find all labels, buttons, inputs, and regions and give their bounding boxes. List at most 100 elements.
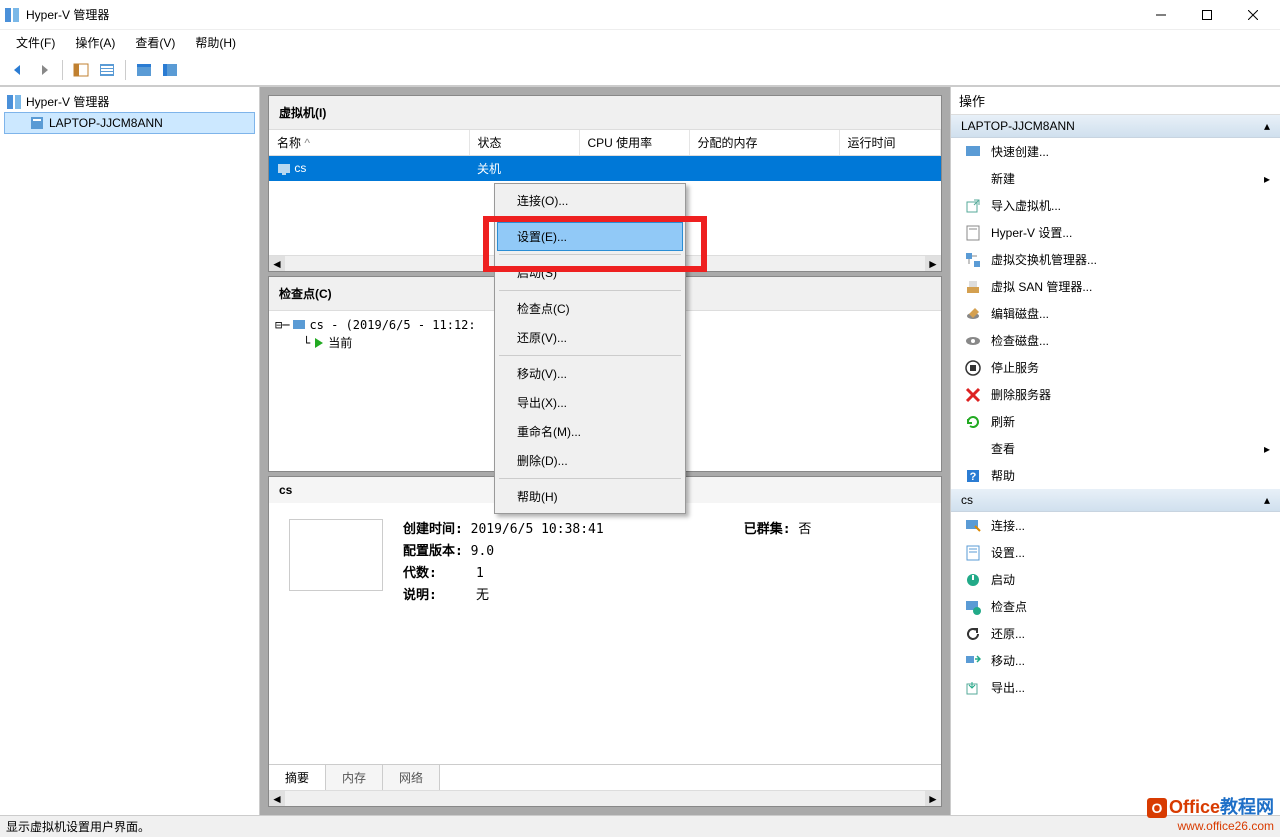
import-icon xyxy=(965,198,981,214)
action-revert[interactable]: 还原... xyxy=(951,620,1280,647)
vm-panel-title: 虚拟机(I) xyxy=(269,96,941,130)
server-icon xyxy=(29,115,45,131)
ctx-separator xyxy=(499,355,681,356)
show-hide-button[interactable] xyxy=(69,58,93,82)
action-new[interactable]: 新建▸ xyxy=(951,165,1280,192)
action-move[interactable]: 移动... xyxy=(951,647,1280,674)
ctx-checkpoint[interactable]: 检查点(C) xyxy=(497,294,683,323)
maximize-button[interactable] xyxy=(1184,1,1230,29)
edit-disk-icon xyxy=(965,306,981,322)
delete-icon xyxy=(965,387,981,403)
revert-icon xyxy=(965,626,981,642)
col-name[interactable]: 名称 ^ xyxy=(269,130,469,155)
ctx-delete[interactable]: 删除(D)... xyxy=(497,446,683,475)
action-switch-manager[interactable]: 虚拟交换机管理器... xyxy=(951,246,1280,273)
ctx-separator xyxy=(499,290,681,291)
col-uptime[interactable]: 运行时间 xyxy=(839,130,941,155)
tree-root-label: Hyper-V 管理器 xyxy=(26,93,109,110)
action-hyperv-settings[interactable]: Hyper-V 设置... xyxy=(951,219,1280,246)
move-icon xyxy=(965,653,981,669)
action-refresh[interactable]: 刷新 xyxy=(951,408,1280,435)
ctx-revert[interactable]: 还原(V)... xyxy=(497,323,683,352)
action-checkpoint[interactable]: 检查点 xyxy=(951,593,1280,620)
action-inspect-disk[interactable]: 检查磁盘... xyxy=(951,327,1280,354)
menu-file[interactable]: 文件(F) xyxy=(6,32,65,53)
app-icon xyxy=(4,7,20,23)
action-settings[interactable]: 设置... xyxy=(951,539,1280,566)
details-panel: cs 创建时间: 2019/6/5 10:38:41已群集: 否 配置版本: 9… xyxy=(268,476,942,807)
ctx-help[interactable]: 帮助(H) xyxy=(497,482,683,511)
titlebar: Hyper-V 管理器 xyxy=(0,0,1280,30)
checkpoint-icon xyxy=(292,318,306,332)
export-icon xyxy=(965,680,981,696)
properties-button[interactable] xyxy=(95,58,119,82)
action-san-manager[interactable]: 虚拟 SAN 管理器... xyxy=(951,273,1280,300)
collapse-icon: ▴ xyxy=(1264,493,1270,507)
ctx-move[interactable]: 移动(V)... xyxy=(497,359,683,388)
action-connect[interactable]: 连接... xyxy=(951,512,1280,539)
close-button[interactable] xyxy=(1230,1,1276,29)
action-remove-server[interactable]: 删除服务器 xyxy=(951,381,1280,408)
details-info: 创建时间: 2019/6/5 10:38:41已群集: 否 配置版本: 9.0 … xyxy=(403,519,811,748)
panel2-button[interactable] xyxy=(158,58,182,82)
actions-title: 操作 xyxy=(951,87,1280,115)
ctx-settings[interactable]: 设置(E)... xyxy=(497,222,683,251)
action-section-vm[interactable]: cs▴ xyxy=(951,489,1280,512)
watermark: OOffice教程网 www.office26.com xyxy=(1147,793,1274,833)
col-cpu[interactable]: CPU 使用率 xyxy=(579,130,689,155)
settings-icon xyxy=(965,545,981,561)
context-menu: 连接(O)... 设置(E)... 启动(S) 检查点(C) 还原(V)... … xyxy=(494,183,686,514)
action-view[interactable]: 查看▸ xyxy=(951,435,1280,462)
action-stop-service[interactable]: 停止服务 xyxy=(951,354,1280,381)
ctx-separator xyxy=(499,218,681,219)
settings-icon xyxy=(965,225,981,241)
collapse-icon: ▴ xyxy=(1264,119,1270,133)
ctx-start[interactable]: 启动(S) xyxy=(497,258,683,287)
back-button[interactable] xyxy=(6,58,30,82)
tree-root[interactable]: Hyper-V 管理器 xyxy=(4,91,255,112)
tab-network[interactable]: 网络 xyxy=(383,765,440,790)
statusbar: 显示虚拟机设置用户界面。 xyxy=(0,815,1280,837)
vm-row[interactable]: cs 关机 xyxy=(269,156,941,181)
action-start[interactable]: 启动 xyxy=(951,566,1280,593)
san-icon xyxy=(965,279,981,295)
vm-table: 名称 ^ 状态 CPU 使用率 分配的内存 运行时间 xyxy=(269,130,941,155)
menu-help[interactable]: 帮助(H) xyxy=(185,32,246,53)
arrow-right-icon: ▸ xyxy=(1264,442,1270,456)
minimize-button[interactable] xyxy=(1138,1,1184,29)
menubar: 文件(F) 操作(A) 查看(V) 帮助(H) xyxy=(0,30,1280,54)
menu-action[interactable]: 操作(A) xyxy=(65,32,125,53)
col-status[interactable]: 状态 xyxy=(469,130,579,155)
details-tabs: 摘要 内存 网络 xyxy=(269,764,941,790)
power-icon xyxy=(965,572,981,588)
tab-summary[interactable]: 摘要 xyxy=(269,765,326,790)
action-edit-disk[interactable]: 编辑磁盘... xyxy=(951,300,1280,327)
checkpoint-icon xyxy=(965,599,981,615)
tree-host[interactable]: LAPTOP-JJCM8ANN xyxy=(4,112,255,134)
action-help[interactable]: ?帮助 xyxy=(951,462,1280,489)
action-section-host[interactable]: LAPTOP-JJCM8ANN▴ xyxy=(951,115,1280,138)
inspect-disk-icon xyxy=(965,333,981,349)
vm-status: 关机 xyxy=(469,156,579,181)
action-quick-create[interactable]: 快速创建... xyxy=(951,138,1280,165)
col-memory[interactable]: 分配的内存 xyxy=(689,130,839,155)
menu-view[interactable]: 查看(V) xyxy=(125,32,185,53)
ctx-separator xyxy=(499,254,681,255)
ctx-rename[interactable]: 重命名(M)... xyxy=(497,417,683,446)
vm-thumbnail xyxy=(289,519,383,591)
refresh-icon xyxy=(965,414,981,430)
action-import-vm[interactable]: 导入虚拟机... xyxy=(951,192,1280,219)
forward-button[interactable] xyxy=(32,58,56,82)
actions-panel: 操作 LAPTOP-JJCM8ANN▴ 快速创建... 新建▸ 导入虚拟机...… xyxy=(950,87,1280,815)
details-hscrollbar[interactable]: ◄► xyxy=(269,790,941,806)
panel1-button[interactable] xyxy=(132,58,156,82)
play-icon xyxy=(313,337,325,349)
svg-text:?: ? xyxy=(970,471,977,483)
toolbar xyxy=(0,54,1280,86)
ctx-connect[interactable]: 连接(O)... xyxy=(497,186,683,215)
connect-icon xyxy=(965,518,981,534)
arrow-right-icon: ▸ xyxy=(1264,172,1270,186)
tab-memory[interactable]: 内存 xyxy=(326,765,383,790)
action-export[interactable]: 导出... xyxy=(951,674,1280,701)
ctx-export[interactable]: 导出(X)... xyxy=(497,388,683,417)
